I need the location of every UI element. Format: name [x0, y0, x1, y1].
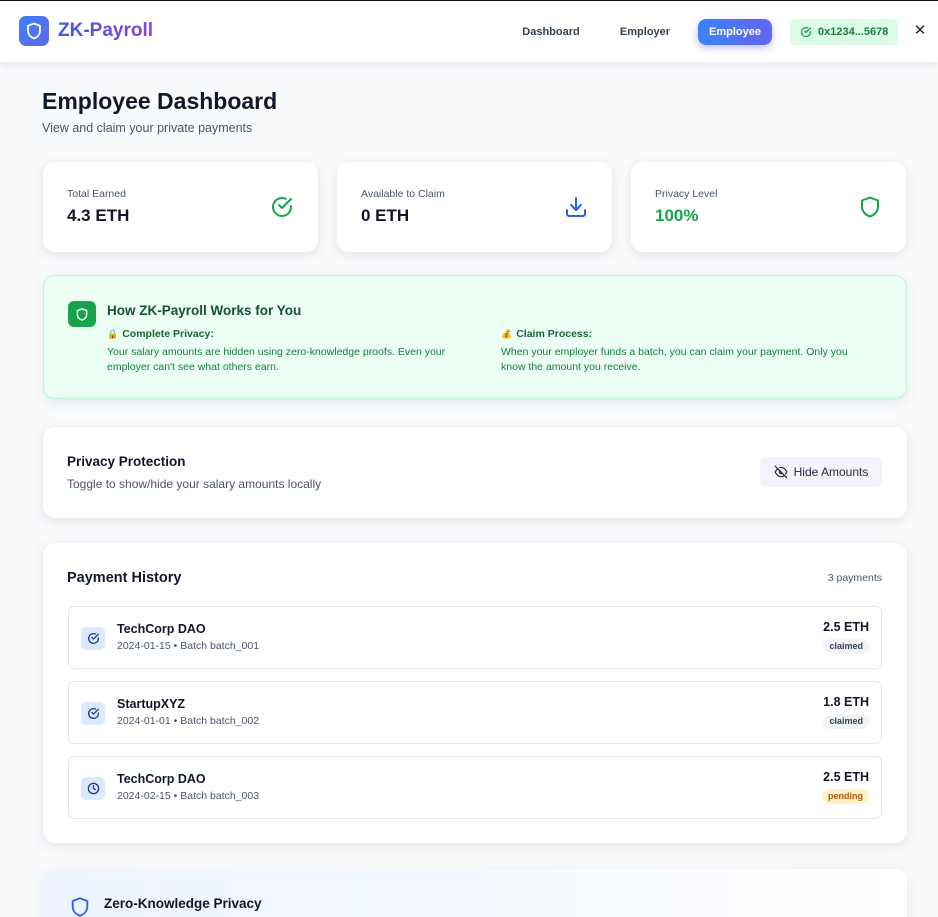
- wallet-address: 0x1234...5678: [818, 26, 889, 38]
- eye-off-icon: [774, 465, 788, 479]
- shield-icon: [861, 196, 879, 218]
- payment-employer: StartupXYZ: [117, 697, 186, 711]
- logo-shield-icon[interactable]: [19, 16, 49, 46]
- close-icon[interactable]: ✕: [913, 23, 927, 38]
- lock-icon: 🔒: [107, 328, 119, 339]
- stat-value: 100%: [655, 206, 699, 225]
- shield-icon: [71, 897, 89, 917]
- payment-meta: 2024-01-15 • Batch batch_001: [117, 640, 260, 652]
- column-heading-text: Complete Privacy:: [122, 328, 214, 340]
- payment-row[interactable]: TechCorp DAO 2024-01-15 • Batch batch_00…: [68, 606, 882, 669]
- column-text: When your employer funds a batch, you ca…: [501, 346, 848, 373]
- check-circle-icon: [81, 702, 105, 725]
- payment-history-card: Payment History 3 payments TechCorp DAO …: [43, 543, 907, 843]
- clock-icon: [81, 777, 105, 800]
- page-title: Employee Dashboard: [42, 88, 278, 114]
- money-bag-icon: 💰: [501, 328, 513, 339]
- zero-knowledge-card: Zero-Knowledge Privacy: [43, 869, 907, 917]
- payment-history-title: Payment History: [67, 570, 182, 586]
- column-heading: 💰 Claim Process:: [501, 328, 873, 340]
- payment-amount: 1.8 ETH: [823, 695, 869, 709]
- page-subtitle: View and claim your private payments: [42, 121, 253, 135]
- stat-value: 4.3 ETH: [67, 206, 130, 225]
- privacy-info-column: 🔒 Complete Privacy: Your salary amounts …: [107, 328, 479, 375]
- stat-card-privacy-level: Privacy Level 100%: [631, 162, 906, 252]
- payment-meta: 2024-02-15 • Batch batch_003: [117, 790, 260, 802]
- payment-amount: 2.5 ETH: [823, 620, 869, 634]
- stat-card-total-earned: Total Earned 4.3 ETH: [43, 162, 318, 252]
- payment-employer: TechCorp DAO: [117, 622, 206, 636]
- column-heading-text: Claim Process:: [516, 328, 593, 340]
- how-it-works-panel: How ZK-Payroll Works for You 🔒 Complete …: [43, 275, 907, 399]
- payment-amount: 2.5 ETH: [823, 770, 869, 784]
- privacy-protection-card: Privacy Protection Toggle to show/hide y…: [43, 427, 907, 518]
- nav-employee-button[interactable]: Employee: [698, 19, 772, 45]
- shield-icon: [68, 301, 96, 327]
- status-badge: pending: [822, 789, 869, 804]
- column-heading: 🔒 Complete Privacy:: [107, 328, 479, 340]
- hide-amounts-button[interactable]: Hide Amounts: [760, 457, 882, 487]
- privacy-protection-title: Privacy Protection: [67, 454, 186, 469]
- stat-label: Privacy Level: [655, 188, 718, 200]
- stat-label: Available to Claim: [361, 188, 445, 200]
- status-badge: claimed: [823, 714, 869, 729]
- payment-row[interactable]: StartupXYZ 2024-01-01 • Batch batch_002 …: [68, 681, 882, 744]
- payment-employer: TechCorp DAO: [117, 772, 206, 786]
- privacy-protection-subtitle: Toggle to show/hide your salary amounts …: [67, 477, 322, 491]
- zero-knowledge-title: Zero-Knowledge Privacy: [104, 896, 262, 911]
- wallet-address-badge[interactable]: 0x1234...5678: [790, 19, 898, 45]
- nav-dashboard-button[interactable]: Dashboard: [513, 19, 589, 45]
- column-text: Your salary amounts are hidden using zer…: [107, 346, 446, 373]
- stat-value: 0 ETH: [361, 206, 410, 225]
- download-icon: [566, 197, 586, 217]
- check-circle-icon: [800, 26, 812, 38]
- status-badge: claimed: [823, 639, 869, 654]
- payment-meta: 2024-01-01 • Batch batch_002: [117, 715, 260, 727]
- check-circle-icon: [272, 197, 292, 217]
- stat-card-available-to-claim: Available to Claim 0 ETH: [337, 162, 612, 252]
- payment-row[interactable]: TechCorp DAO 2024-02-15 • Batch batch_00…: [68, 756, 882, 819]
- brand-name[interactable]: ZK-Payroll: [58, 20, 153, 42]
- claim-info-column: 💰 Claim Process: When your employer fund…: [501, 328, 873, 375]
- top-navbar: ZK-Payroll Dashboard Employer Employee 0…: [0, 0, 938, 62]
- payment-count: 3 payments: [827, 572, 882, 584]
- hide-amounts-label: Hide Amounts: [793, 465, 869, 479]
- nav-employer-button[interactable]: Employer: [610, 19, 680, 45]
- how-it-works-title: How ZK-Payroll Works for You: [107, 303, 302, 318]
- check-circle-icon: [81, 627, 105, 650]
- stat-label: Total Earned: [67, 188, 126, 200]
